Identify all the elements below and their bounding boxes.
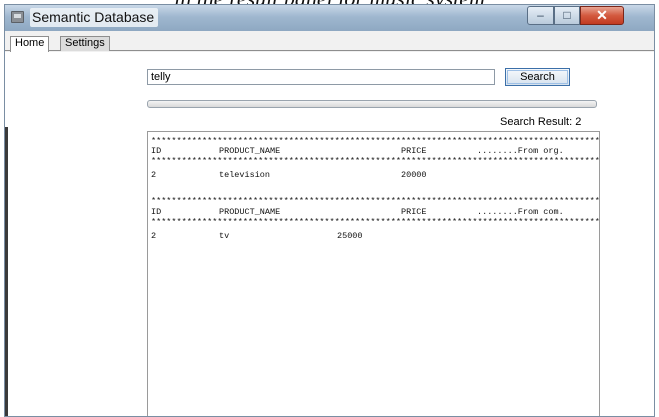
header-source: ........From com. bbox=[477, 207, 564, 217]
cell-product-name: television bbox=[219, 170, 271, 180]
separator-text: ****************************************… bbox=[151, 217, 600, 227]
header-price: PRICE bbox=[401, 207, 427, 217]
title-bar[interactable]: Semantic Database – □ ✕ bbox=[5, 5, 654, 31]
header-id: ID bbox=[151, 207, 162, 217]
window-title: Semantic Database bbox=[30, 8, 159, 27]
result-row: 2 tv 25000 bbox=[151, 231, 599, 241]
search-input[interactable]: telly bbox=[147, 69, 495, 85]
header-product-name: PRODUCT_NAME bbox=[219, 207, 281, 217]
tab-settings[interactable]: Settings bbox=[60, 36, 110, 51]
home-panel: telly Search Search Result: 2 **********… bbox=[5, 52, 654, 416]
header-source: ........From org. bbox=[477, 146, 564, 156]
header-price: PRICE bbox=[401, 146, 427, 156]
header-id: ID bbox=[151, 146, 162, 156]
minimize-button[interactable]: – bbox=[527, 6, 554, 25]
cell-product-name: tv bbox=[219, 231, 230, 241]
result-header-row: ID PRODUCT_NAME PRICE ........From com. bbox=[151, 207, 599, 217]
tab-home[interactable]: Home bbox=[10, 36, 50, 52]
result-row: 2 television 20000 bbox=[151, 170, 599, 180]
separator-line: ****************************************… bbox=[151, 156, 600, 166]
separator-text: ****************************************… bbox=[151, 136, 600, 146]
separator-text: ****************************************… bbox=[151, 196, 600, 206]
header-product-name: PRODUCT_NAME bbox=[219, 146, 281, 156]
separator-text: ****************************************… bbox=[151, 156, 600, 166]
cell-price: 20000 bbox=[401, 170, 427, 180]
window-edge bbox=[5, 127, 8, 416]
cell-id: 2 bbox=[151, 231, 157, 241]
database-icon bbox=[11, 11, 24, 23]
separator-line: ****************************************… bbox=[151, 217, 600, 227]
result-count-label: Search Result: 2 bbox=[500, 116, 582, 128]
app-window: Semantic Database – □ ✕ Home Settings te… bbox=[4, 4, 655, 417]
maximize-button[interactable]: □ bbox=[554, 6, 580, 25]
separator-line: ****************************************… bbox=[151, 136, 600, 146]
cell-id: 2 bbox=[151, 170, 157, 180]
cell-price: 25000 bbox=[337, 231, 363, 241]
result-panel[interactable]: ****************************************… bbox=[147, 131, 600, 416]
result-header-row: ID PRODUCT_NAME PRICE ........From org. bbox=[151, 146, 599, 156]
search-progress-bar bbox=[147, 100, 597, 108]
search-button[interactable]: Search bbox=[505, 68, 570, 86]
close-button[interactable]: ✕ bbox=[580, 6, 624, 25]
separator-line: ****************************************… bbox=[151, 196, 600, 206]
tab-bar: Home Settings bbox=[5, 36, 654, 52]
